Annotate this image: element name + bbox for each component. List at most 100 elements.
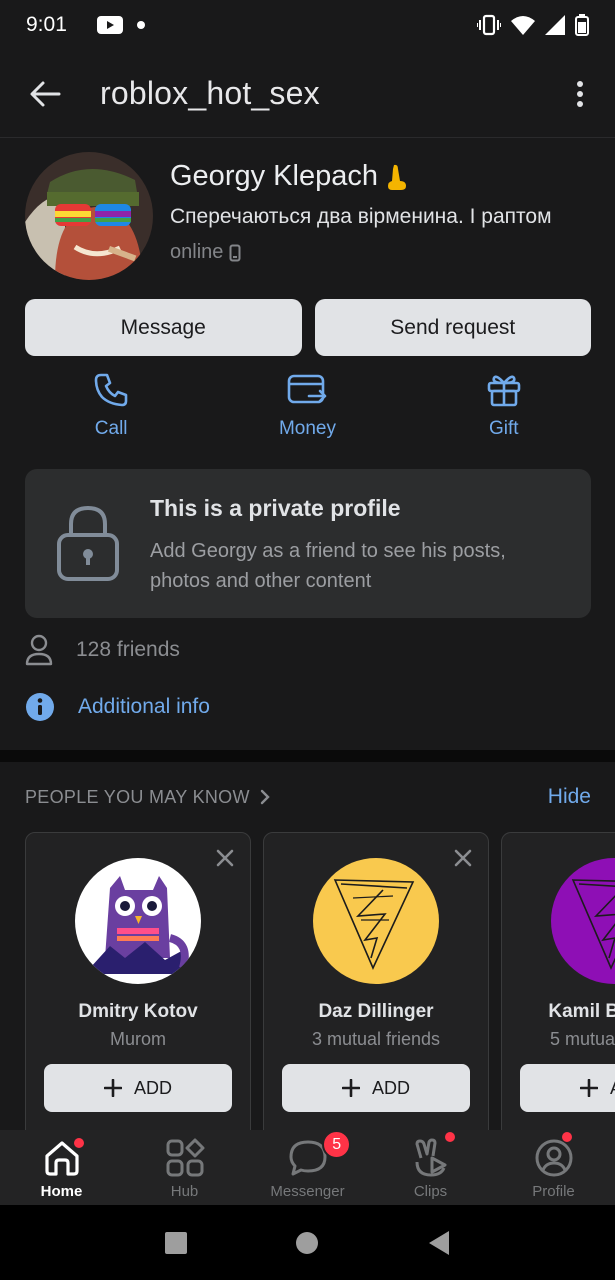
clips-icon [415,1138,446,1177]
nose-emoji-icon [387,164,406,190]
pymk-card[interactable]: Daz Dillinger 3 mutual friends ADD [263,832,489,1132]
tab-label: Home [40,1183,83,1200]
more-vertical-icon [577,80,583,107]
gift-action[interactable]: Gift [406,372,602,440]
info-icon [26,693,54,721]
call-label: Call [94,418,128,439]
pymk-subtitle: 5 mutual friends [549,1029,615,1049]
avatar-image [25,152,153,280]
back-button[interactable] [0,50,90,138]
sketch-avatar-purple-image [551,858,615,984]
call-action[interactable]: Call [13,372,209,440]
recents-square-icon[interactable] [164,1231,188,1255]
pymk-carousel[interactable]: Dmitry Kotov Murom ADD Daz Dillinger 3 m… [25,832,615,1132]
signal-icon [545,15,565,35]
bottom-tab-bar: Home Hub 5 Messenger Clips Profile [0,1130,615,1205]
person-icon [25,634,53,666]
pymk-avatar[interactable] [551,858,615,984]
phone-icon [94,373,128,407]
add-label: ADD [371,1077,410,1098]
add-friend-button[interactable]: ADD [520,1064,615,1112]
money-transfer-icon [288,374,327,404]
tab-home[interactable]: Home [0,1130,123,1205]
additional-info-label: Additional info [78,695,210,718]
tab-messenger[interactable]: 5 Messenger [246,1130,369,1205]
more-options-button[interactable] [545,50,615,138]
wifi-icon [511,16,535,35]
action-row: Call Money Gift [0,372,615,440]
top-bar: roblox_hot_sex [0,50,615,138]
sketch-avatar-image [313,858,439,984]
youtube-icon [96,16,123,34]
unread-badge: 5 [322,1130,352,1159]
notification-dot-icon [136,21,145,29]
friends-row[interactable]: 128 friends [25,634,180,666]
plus-icon [103,1079,122,1097]
status-time: 9:01 [26,13,67,36]
tab-label: Hub [170,1183,199,1200]
add-friend-button[interactable]: ADD [282,1064,470,1112]
notification-dot [562,1132,572,1142]
close-icon[interactable] [216,849,234,867]
gift-icon [487,375,521,407]
pymk-card[interactable]: Kamil Blin'nov 5 mutual friends ADD [501,832,615,1132]
pymk-avatar[interactable] [313,858,439,984]
add-friend-button[interactable]: ADD [44,1064,232,1112]
online-label: online [170,241,224,263]
pymk-name[interactable]: Dmitry Kotov [26,1001,250,1023]
arrow-left-icon [30,81,61,106]
tab-label: Profile [532,1183,575,1200]
pymk-avatar[interactable] [75,858,201,984]
owl-avatar-image [75,858,201,984]
profile-name: Georgy Klepach [170,160,378,192]
grid-icon [166,1138,204,1177]
pymk-header: PEOPLE YOU MAY KNOW Hide [25,785,591,809]
profile-header: Georgy Klepach Сперечаються два вірменин… [25,152,595,282]
tab-label: Messenger [270,1183,345,1200]
additional-info-row[interactable]: Additional info [25,692,210,722]
profile-name-row: Georgy Klepach [170,160,595,193]
tab-clips[interactable]: Clips [369,1130,492,1205]
plus-icon [579,1079,598,1097]
pymk-name[interactable]: Daz Dillinger [264,1001,488,1023]
close-icon[interactable] [454,849,472,867]
profile-circle-icon [535,1139,572,1177]
section-divider [0,750,615,762]
hide-button[interactable]: Hide [548,785,591,809]
lock-icon [56,505,119,581]
plus-icon [341,1079,360,1097]
mobile-phone-icon [229,244,241,261]
money-label: Money [278,418,336,439]
pymk-subtitle: Murom [109,1029,166,1049]
vibrate-icon [477,14,501,36]
tab-hub[interactable]: Hub [123,1130,246,1205]
profile-buttons: Message Send request [25,299,591,356]
notification-dot [74,1138,84,1148]
private-profile-card: This is a private profile Add Georgy as … [25,469,591,618]
battery-icon [575,14,589,36]
add-label: ADD [610,1078,615,1099]
home-circle-icon[interactable] [295,1231,319,1255]
send-request-button[interactable]: Send request [314,299,591,356]
chevron-right-icon[interactable] [258,788,272,806]
pymk-title[interactable]: PEOPLE YOU MAY KNOW [25,787,250,808]
system-navigation-bar [0,1205,615,1280]
online-status: online [170,241,595,264]
gift-label: Gift [489,418,519,439]
back-triangle-icon[interactable] [427,1230,451,1256]
page-title: roblox_hot_sex [100,75,320,111]
notification-dot [445,1132,455,1142]
profile-avatar[interactable] [25,152,153,280]
add-label: ADD [133,1077,172,1098]
pymk-name[interactable]: Kamil Blin'nov [502,1001,615,1023]
friends-count: 128 friends [76,638,180,661]
pymk-card[interactable]: Dmitry Kotov Murom ADD [25,832,251,1132]
private-profile-description: Add Georgy as a friend to see his posts,… [150,540,506,592]
private-profile-title: This is a private profile [150,495,401,521]
money-action[interactable]: Money [209,372,405,440]
tab-profile[interactable]: Profile [492,1130,615,1205]
profile-status-text: Сперечаються два вірменина. І раптом [170,205,552,228]
message-button[interactable]: Message [25,299,302,356]
tab-label: Clips [413,1183,448,1200]
status-bar: 9:01 [0,0,615,50]
